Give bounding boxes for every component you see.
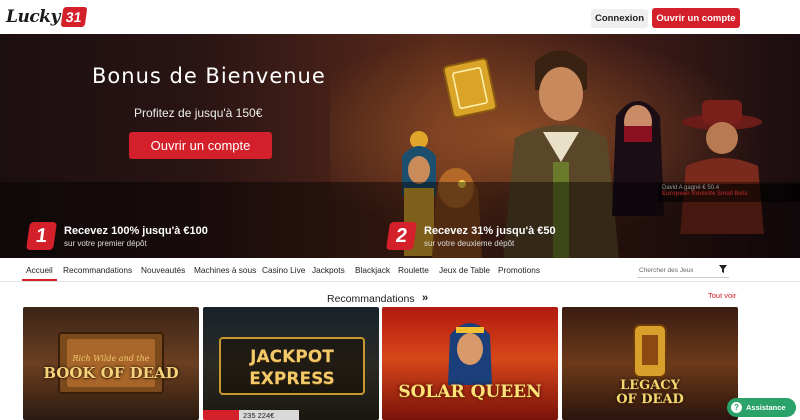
- hero-title: Bonus de Bienvenue: [92, 64, 326, 88]
- game-tile-jackpot-express[interactable]: JACKPOT EXPRESS 235 224€: [203, 307, 379, 420]
- nav-machines-a-sous[interactable]: Machines à sous: [194, 265, 256, 275]
- recommendations-heading: Recommandations: [327, 293, 415, 305]
- golden-book-illustration: [442, 57, 498, 118]
- logo[interactable]: Lucky 31: [6, 4, 87, 30]
- nav-nouveautes[interactable]: Nouveautés: [141, 265, 185, 275]
- game-tile-legacy-of-dead[interactable]: LEGACY OF DEAD: [562, 307, 738, 420]
- promo-1-title: Recevez 100% jusqu'à €100: [64, 225, 208, 237]
- hero-open-account-button[interactable]: Ouvrir un compte: [129, 132, 272, 159]
- hero-subtitle: Profitez de jusqu'à 150€: [134, 106, 263, 120]
- chevron-right-double-icon[interactable]: »: [422, 292, 428, 304]
- assistance-button[interactable]: ? Assistance: [727, 398, 796, 417]
- jackpot-badge: [203, 410, 239, 420]
- game-tile-book-of-dead[interactable]: Rich Wilde and the BOOK OF DEAD: [23, 307, 199, 420]
- game-search: [637, 263, 729, 278]
- promo-1-desc: sur votre premier dépôt: [64, 239, 147, 248]
- game-title-line1: JACKPOT: [250, 347, 334, 367]
- game-tile-solar-queen[interactable]: SOLAR QUEEN: [382, 307, 558, 420]
- game-title-line2: OF DEAD: [616, 392, 684, 407]
- game-title-line2: EXPRESS: [249, 369, 335, 389]
- jackpot-value: 235 224€: [243, 411, 275, 420]
- game-title: SOLAR QUEEN: [398, 382, 542, 402]
- logo-text: Lucky: [6, 7, 60, 27]
- search-input[interactable]: [639, 264, 715, 276]
- game-title-frame: JACKPOT EXPRESS: [219, 337, 365, 395]
- nav-roulette[interactable]: Roulette: [398, 265, 429, 275]
- sarcophagus-icon: [633, 324, 667, 378]
- promo-step-2-badge: 2: [386, 222, 417, 250]
- promo-2-desc: sur votre deuxieme dépôt: [424, 239, 515, 248]
- promo-strip: 1 Recevez 100% jusqu'à €100 sur votre pr…: [0, 182, 800, 258]
- nav-jackpots[interactable]: Jackpots: [312, 265, 345, 275]
- nav-accueil[interactable]: Accueil: [22, 265, 57, 281]
- game-title: BOOK OF DEAD: [43, 364, 179, 382]
- game-title-line1: LEGACY: [620, 378, 680, 393]
- game-subtitle: Rich Wilde and the: [72, 354, 150, 363]
- assistance-label: Assistance: [746, 403, 786, 412]
- help-icon: ?: [731, 402, 742, 413]
- login-button[interactable]: Connexion: [591, 9, 648, 28]
- logo-number: 31: [60, 7, 87, 27]
- top-bar: Lucky 31 Connexion Ouvrir un compte: [0, 0, 800, 34]
- promo-step-1-badge: 1: [26, 222, 57, 250]
- nav-casino-live[interactable]: Casino Live: [262, 265, 305, 275]
- see-all-link[interactable]: Tout voir: [708, 291, 736, 300]
- nav-recommandations[interactable]: Recommandations: [63, 265, 132, 275]
- queen-portrait-icon: [448, 323, 492, 385]
- promo-2-title: Recevez 31% jusqu'à €50: [424, 225, 556, 237]
- nav-blackjack[interactable]: Blackjack: [355, 265, 390, 275]
- nav-jeux-de-table[interactable]: Jeux de Table: [439, 265, 490, 275]
- open-account-button[interactable]: Ouvrir un compte: [652, 8, 740, 28]
- filter-icon[interactable]: [719, 264, 727, 274]
- nav-promotions[interactable]: Promotions: [498, 265, 540, 275]
